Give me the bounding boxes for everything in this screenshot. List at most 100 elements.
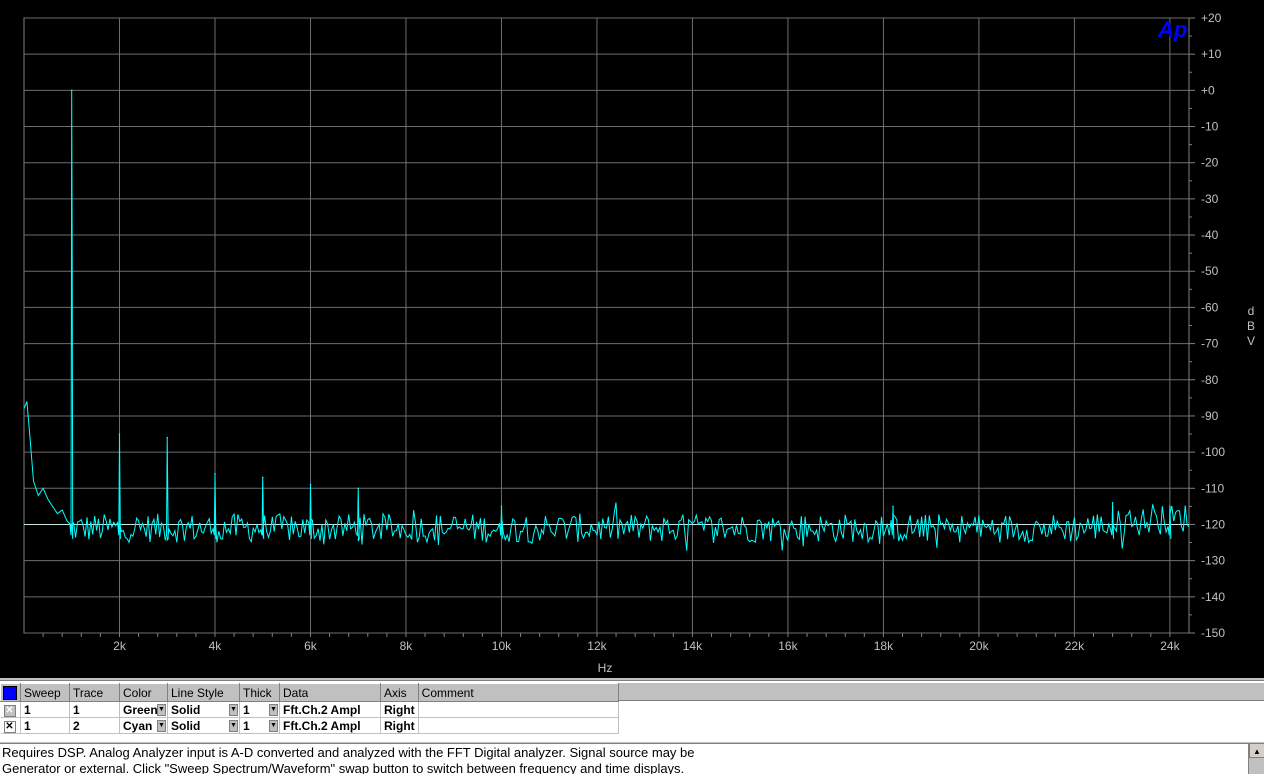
y-axis-label-letter: V — [1247, 334, 1255, 348]
x-tick-label: 8k — [400, 639, 414, 653]
x-tick-label: 24k — [1160, 639, 1180, 653]
y-tick-label: -130 — [1201, 554, 1225, 568]
peak-point — [892, 505, 894, 508]
chevron-down-icon[interactable]: ▼ — [157, 720, 166, 732]
row-2-thick-cell[interactable]: 1 ▼ — [239, 717, 280, 734]
peak-point — [357, 487, 360, 490]
sweep-color-header[interactable] — [0, 683, 21, 702]
row-1-trace[interactable]: 1 — [69, 701, 120, 718]
header-sweep[interactable]: Sweep — [20, 683, 70, 702]
trace-legend-panel: Sweep Trace Color Line Style Thick Data … — [0, 680, 1264, 742]
status-line-2: Generator or external. Click "Sweep Spec… — [2, 761, 685, 774]
header-trace[interactable]: Trace — [69, 683, 120, 702]
row-1-color-cell[interactable]: Green ▼ — [119, 701, 168, 718]
y-tick-label: -60 — [1201, 300, 1219, 314]
y-tick-label: -120 — [1201, 517, 1225, 531]
legend-header-fill — [612, 683, 1264, 701]
peak-point — [214, 473, 216, 475]
y-tick-label: -20 — [1201, 156, 1219, 170]
legend-row-1[interactable]: ✕ 1 1 Green ▼ Solid ▼ 1 ▼ Fft.Ch.2 Ampl Rig… — [0, 701, 619, 718]
y-tick-label: -110 — [1201, 481, 1224, 495]
header-data[interactable]: Data — [279, 683, 381, 702]
ap-logo: Ap — [1157, 17, 1187, 42]
peak-point — [261, 476, 264, 479]
status-scrollbar[interactable]: ▲ — [1248, 743, 1264, 774]
x-tick-label: 16k — [778, 639, 798, 653]
y-axis-label-group: dBV — [1247, 304, 1255, 348]
row-1-sweep[interactable]: 1 — [20, 701, 70, 718]
y-tick-label: -40 — [1201, 228, 1219, 242]
grid-layer — [23, 17, 1190, 634]
row-2-check-icon[interactable]: ✕ — [3, 721, 16, 733]
scroll-up-icon[interactable]: ▲ — [1249, 743, 1264, 758]
series-trace-cyan — [23, 90, 1190, 551]
chevron-down-icon[interactable]: ▼ — [269, 720, 278, 732]
x-tick-label: 22k — [1065, 639, 1085, 653]
row-2-line-style-cell[interactable]: Solid ▼ — [167, 717, 240, 734]
row-1-axis[interactable]: Right — [380, 701, 419, 718]
row-1-thick: 1 — [243, 702, 250, 717]
y-tick-label: -30 — [1201, 192, 1219, 206]
peak-point — [70, 89, 73, 92]
y-tick-label: -70 — [1201, 337, 1219, 351]
trace-layer — [23, 89, 1190, 551]
header-comment[interactable]: Comment — [417, 683, 619, 702]
y-tick-label: -100 — [1201, 445, 1225, 459]
x-tick-label: 12k — [587, 639, 607, 653]
y-tick-label: -80 — [1201, 373, 1219, 387]
status-line-1: Requires DSP. Analog Analyzer input is A… — [2, 745, 695, 760]
status-description: Requires DSP. Analog Analyzer input is A… — [0, 743, 1264, 774]
row-2-axis[interactable]: Right — [380, 717, 419, 734]
chart-area: 2k 4k 6k 8k 10k 12k 14k 16k 18k 20k 22k 24k +20 +10 +0… — [0, 0, 1264, 678]
row-2-data[interactable]: Fft.Ch.2 Ampl — [279, 717, 381, 734]
row-2-color-cell[interactable]: Cyan ▼ — [119, 717, 168, 734]
row-1-thick-cell[interactable]: 1 ▼ — [239, 701, 280, 718]
x-tick-label: 2k — [113, 639, 127, 653]
peak-point — [1111, 501, 1114, 504]
chevron-down-icon[interactable]: ▼ — [269, 704, 278, 716]
legend-table: Sweep Trace Color Line Style Thick Data … — [0, 683, 619, 734]
row-2-checkbox[interactable]: ✕ — [0, 717, 21, 734]
row-1-color: Green — [123, 702, 158, 717]
y-tick-label: +0 — [1201, 83, 1215, 97]
peak-point — [118, 433, 121, 435]
plot-frame — [23, 17, 1190, 634]
y-tick-label: -150 — [1201, 626, 1225, 640]
chevron-down-icon[interactable]: ▼ — [229, 704, 238, 716]
row-1-data[interactable]: Fft.Ch.2 Ampl — [279, 701, 381, 718]
y-axis-label-letter: d — [1248, 304, 1255, 318]
row-1-check-icon[interactable]: ✕ — [3, 705, 16, 717]
row-2-color: Cyan — [123, 718, 153, 733]
y-tick-label: -140 — [1201, 590, 1225, 604]
fft-spectrum-chart: 2k 4k 6k 8k 10k 12k 14k 16k 18k 20k 22k 24k +20 +10 +0… — [23, 11, 1255, 675]
row-2-sweep[interactable]: 1 — [20, 717, 70, 734]
row-1-comment[interactable] — [418, 701, 619, 718]
x-tick-label: 20k — [969, 639, 989, 653]
x-tick-label: 10k — [492, 639, 512, 653]
y-tick-label: +20 — [1201, 11, 1222, 25]
peak-point — [500, 505, 503, 508]
y-tick-label: -50 — [1201, 264, 1219, 278]
row-2-trace[interactable]: 2 — [69, 717, 120, 734]
row-1-line-style-cell[interactable]: Solid ▼ — [167, 701, 240, 718]
x-tick-label: 4k — [209, 639, 223, 653]
header-color[interactable]: Color — [119, 683, 168, 702]
row-2-comment[interactable] — [418, 717, 619, 734]
legend-header-row: Sweep Trace Color Line Style Thick Data … — [0, 683, 619, 702]
header-thick[interactable]: Thick — [239, 683, 280, 702]
chevron-down-icon[interactable]: ▼ — [157, 704, 166, 716]
x-tick-label: 14k — [683, 639, 703, 653]
row-2-thick: 1 — [243, 718, 250, 733]
peak-point — [166, 436, 169, 439]
x-tick-label: 18k — [874, 639, 894, 653]
legend-row-2[interactable]: ✕ 1 2 Cyan ▼ Solid ▼ 1 ▼ Fft.Ch.2 Ampl Righ… — [0, 717, 619, 734]
header-line-style[interactable]: Line Style — [167, 683, 240, 702]
peak-point — [1169, 505, 1171, 508]
y-tick-label: -90 — [1201, 409, 1219, 423]
header-axis[interactable]: Axis — [380, 683, 419, 702]
y-axis-label-letter: B — [1247, 319, 1255, 333]
sweep-color-swatch — [3, 685, 17, 700]
row-1-checkbox[interactable]: ✕ — [0, 701, 21, 718]
row-1-line-style: Solid — [171, 702, 201, 717]
chevron-down-icon[interactable]: ▼ — [229, 720, 238, 732]
